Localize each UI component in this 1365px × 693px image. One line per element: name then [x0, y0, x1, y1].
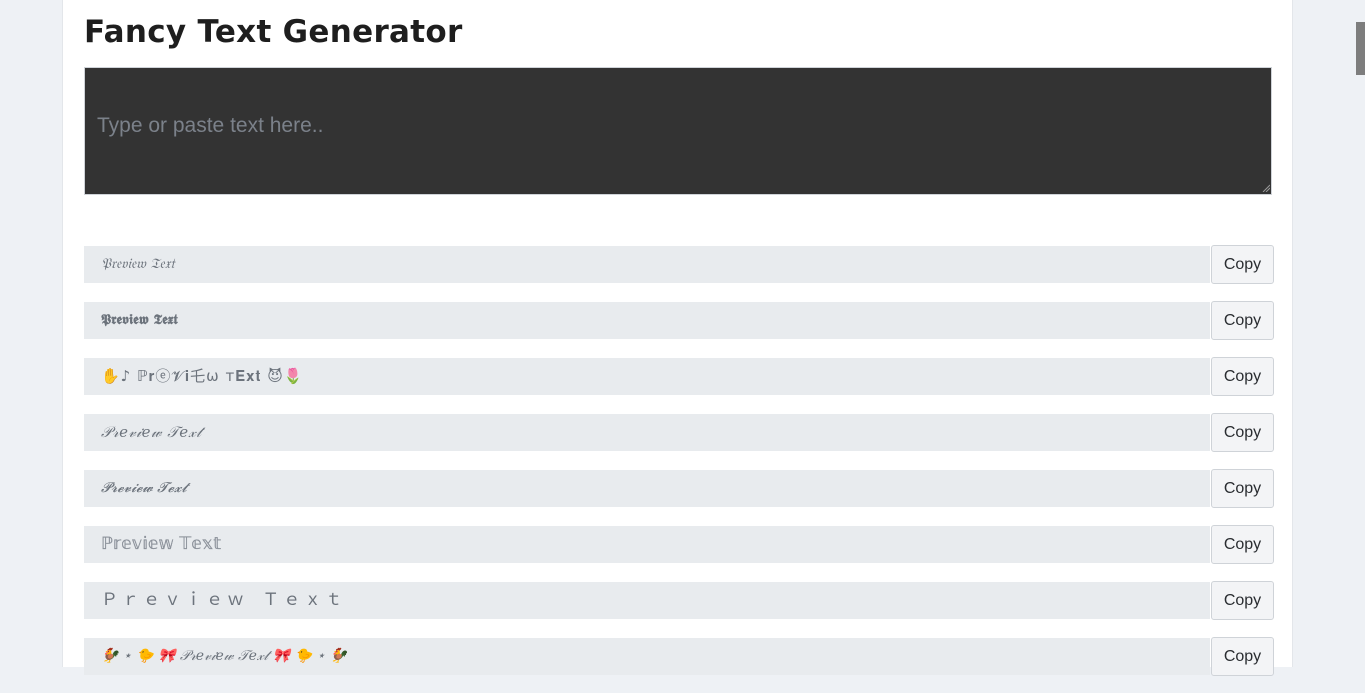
- scrollbar-thumb[interactable]: [1356, 22, 1365, 75]
- style-row-script2: 𝓟𝓻𝓮𝓿𝓲𝓮𝔀 𝓣𝓮𝔁𝓽 Copy: [84, 469, 1274, 508]
- style-preview[interactable]: 𝒫𝓇𝑒𝓋𝒾𝑒𝓌 𝒯𝑒𝓍𝓉: [84, 414, 1210, 451]
- resize-grip-icon[interactable]: [1262, 184, 1270, 192]
- style-row-script: 𝒫𝓇𝑒𝓋𝒾𝑒𝓌 𝒯𝑒𝓍𝓉 Copy: [84, 413, 1274, 452]
- style-row-fraktur: 𝔓𝔯𝔢𝔳𝔦𝔢𝔴 𝔗𝔢𝔵𝔱 Copy: [84, 245, 1274, 284]
- style-preview[interactable]: 𝓟𝓻𝓮𝓿𝓲𝓮𝔀 𝓣𝓮𝔁𝓽: [84, 470, 1210, 507]
- copy-button[interactable]: Copy: [1211, 245, 1274, 284]
- style-preview[interactable]: ℙ𝕣𝕖𝕧𝕚𝕖𝕨 𝕋𝕖𝕩𝕥: [84, 526, 1210, 563]
- copy-button[interactable]: Copy: [1211, 525, 1274, 564]
- style-row-mixed: ✋♪ ℙ𝐫ⓔ𝓥𝐢乇ω т𝐄𝐱𝐭 😈🌷 Copy: [84, 357, 1274, 396]
- style-preview[interactable]: 𝕻𝖗𝖊𝖛𝖎𝖊𝖜 𝕿𝖊𝖝𝖙: [84, 302, 1210, 339]
- page-title: Fancy Text Generator: [84, 14, 463, 50]
- copy-button[interactable]: Copy: [1211, 637, 1274, 676]
- copy-button[interactable]: Copy: [1211, 301, 1274, 340]
- copy-button[interactable]: Copy: [1211, 469, 1274, 508]
- style-list: 𝔓𝔯𝔢𝔳𝔦𝔢𝔴 𝔗𝔢𝔵𝔱 Copy 𝕻𝖗𝖊𝖛𝖎𝖊𝖜 𝕿𝖊𝖝𝖙 Copy ✋♪ ℙ…: [84, 245, 1274, 693]
- style-row-double: ℙ𝕣𝕖𝕧𝕚𝕖𝕨 𝕋𝕖𝕩𝕥 Copy: [84, 525, 1274, 564]
- style-preview[interactable]: 𝔓𝔯𝔢𝔳𝔦𝔢𝔴 𝔗𝔢𝔵𝔱: [84, 246, 1210, 283]
- main-panel: Fancy Text Generator 𝔓𝔯𝔢𝔳𝔦𝔢𝔴 𝔗𝔢𝔵𝔱 Copy 𝕻…: [62, 0, 1293, 676]
- style-preview[interactable]: Ｐｒｅｖｉｅｗ Ｔｅｘｔ: [84, 582, 1210, 619]
- copy-button[interactable]: Copy: [1211, 581, 1274, 620]
- style-row-deco: 🐓 ⋆ 🐤 🎀 𝒫𝓇𝑒𝓋𝒾𝑒𝓌 𝒯𝑒𝓍𝓉 🎀 🐤 ⋆ 🐓 Copy: [84, 637, 1274, 676]
- style-row-wide: Ｐｒｅｖｉｅｗ Ｔｅｘｔ Copy: [84, 581, 1274, 620]
- copy-button[interactable]: Copy: [1211, 357, 1274, 396]
- text-input[interactable]: [84, 67, 1272, 195]
- style-preview[interactable]: ✋♪ ℙ𝐫ⓔ𝓥𝐢乇ω т𝐄𝐱𝐭 😈🌷: [84, 358, 1210, 395]
- style-preview[interactable]: 🐓 ⋆ 🐤 🎀 𝒫𝓇𝑒𝓋𝒾𝑒𝓌 𝒯𝑒𝓍𝓉 🎀 🐤 ⋆ 🐓: [84, 638, 1210, 675]
- style-row-bold-fraktur: 𝕻𝖗𝖊𝖛𝖎𝖊𝖜 𝕿𝖊𝖝𝖙 Copy: [84, 301, 1274, 340]
- copy-button[interactable]: Copy: [1211, 413, 1274, 452]
